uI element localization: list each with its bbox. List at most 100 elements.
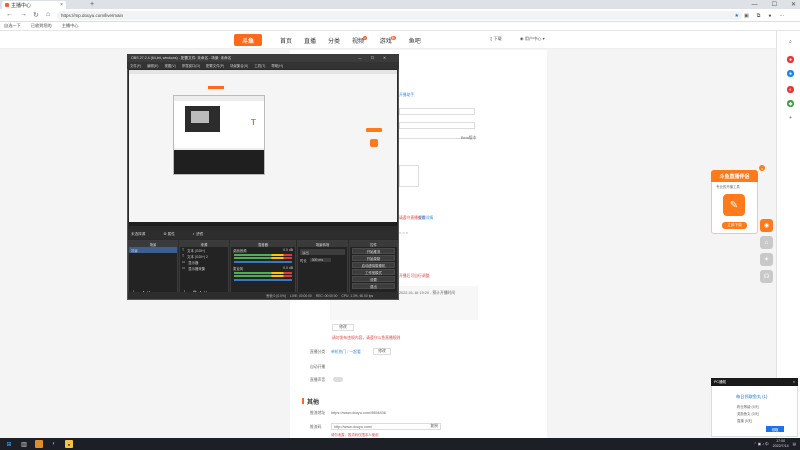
source-item[interactable]: ▭ 显示器采集 <box>180 265 228 271</box>
duration-input[interactable]: 300 ms <box>309 258 331 262</box>
sidebar-app-icon[interactable]: ● <box>787 70 794 77</box>
notifications-icon[interactable]: ▤ <box>793 442 796 446</box>
sidebar-app-icon[interactable]: ◐ <box>787 86 794 93</box>
transition-select[interactable]: 淡出 <box>300 249 345 255</box>
maximize-icon[interactable]: ☐ <box>772 1 777 8</box>
obs-statusbar: 丢帧 0 (0.0%) LIVE: 00:00:00 REC: 00:00:00… <box>128 292 398 299</box>
nav-category[interactable]: 分类 <box>328 36 340 45</box>
properties-button[interactable]: ⚙ 属性 <box>163 232 174 237</box>
file-explorer-icon[interactable] <box>35 440 43 448</box>
nav-fishbar[interactable]: 鱼吧 <box>409 36 421 45</box>
nav-video[interactable]: 视频2 <box>352 35 368 45</box>
obs-menu-tools[interactable]: 工具(T) <box>254 63 265 68</box>
obs-menu-view[interactable]: 视图(V) <box>164 63 175 68</box>
more-menu-icon[interactable]: ⋯ <box>779 13 784 19</box>
close-window-icon[interactable]: ✕ <box>791 1 796 8</box>
volume-meter <box>234 254 292 256</box>
detail-link[interactable]: 查看详情 <box>418 216 433 221</box>
captured-browser-bar <box>129 70 397 74</box>
filters-button[interactable]: ◐ 滤镜 <box>193 232 203 237</box>
title-input[interactable] <box>399 108 475 115</box>
system-tray: ⌃ ▣ ♪ 中 17:00 2022/7/14 ▤ <box>754 438 796 450</box>
float-support-icon[interactable]: ☊ <box>760 270 773 283</box>
push-code-input[interactable]: http://www.douyu.com/ 复制 <box>331 423 441 430</box>
edge-icon[interactable]: ◐ <box>50 440 58 448</box>
live-sound-toggle[interactable] <box>333 377 343 382</box>
float-home-icon[interactable]: ⌂ <box>760 236 773 249</box>
captured-promo-icon <box>370 139 378 147</box>
start-recording-button[interactable]: 开始录制 <box>352 255 395 261</box>
download-now-button[interactable]: 立即下载 <box>722 222 747 229</box>
start-icon[interactable]: ⊞ <box>5 440 13 448</box>
promo-close-icon[interactable]: × <box>759 165 765 171</box>
bookmark-item[interactable]: 自选一下 <box>4 23 21 29</box>
live-timer: LIVE: 00:00:00 <box>289 293 312 298</box>
obs-window-controls[interactable]: —☐✕ <box>358 56 395 60</box>
volume-meter <box>234 272 292 274</box>
douyu-logo[interactable]: 斗鱼 <box>234 34 262 46</box>
obs-menu-help[interactable]: 帮助(H) <box>271 63 283 68</box>
nav-home[interactable]: 首页 <box>280 36 292 45</box>
new-tab-icon[interactable]: + <box>90 1 94 8</box>
scene-item[interactable]: 场景 <box>129 247 177 253</box>
float-game-icon[interactable]: ✦ <box>760 253 773 266</box>
sidebar-search-icon[interactable]: ⌕ <box>787 38 794 45</box>
tray-icons[interactable]: ⌃ ▣ ♪ 中 <box>754 442 769 447</box>
volume-slider[interactable] <box>234 279 292 281</box>
back-icon[interactable]: ← <box>6 11 13 18</box>
obs-menubar: 文件(F) 编辑(E) 视图(V) 停靠窗口(D) 配置文件(P) 场景集合(S… <box>127 62 399 69</box>
download-link[interactable]: ▯ 下载 <box>490 36 502 42</box>
notice-input[interactable] <box>399 122 475 129</box>
modify-button[interactable]: 修改 <box>332 324 354 331</box>
url-bar[interactable]: https://mp.douyu.com/live/main ★ <box>57 11 742 20</box>
obs-menu-docks[interactable]: 停靠窗口(D) <box>182 63 200 68</box>
cover-upload[interactable] <box>399 165 419 187</box>
float-live-icon[interactable]: ◉ <box>760 219 773 232</box>
copy-button[interactable]: 复制 <box>430 424 438 429</box>
section-bar <box>302 398 304 404</box>
obs-menu-file[interactable]: 文件(F) <box>130 63 141 68</box>
obs-menu-scene-collection[interactable]: 场景集合(S) <box>230 63 248 68</box>
category-value[interactable]: 单机热门 / 一起看 <box>331 350 361 355</box>
obs-menu-profile[interactable]: 配置文件(P) <box>206 63 224 68</box>
reload-icon[interactable]: ↻ <box>33 11 39 19</box>
captured-cursor-mark: T <box>251 118 256 127</box>
notification-line: 粉丝等级 (5天) <box>737 405 760 409</box>
sidebar-app-icon[interactable]: ● <box>787 56 794 63</box>
volume-slider[interactable] <box>234 261 292 263</box>
bookmark-item[interactable]: 已收到您的 <box>31 23 52 29</box>
favorite-star-icon[interactable]: ★ <box>735 13 739 19</box>
bookmark-item[interactable]: 主播中心 <box>62 23 79 29</box>
close-tab-icon[interactable]: × <box>60 2 63 8</box>
minimize-icon[interactable]: — <box>752 2 758 8</box>
category-modify-button[interactable]: 修改 <box>373 348 391 355</box>
notification-close-icon[interactable]: × <box>793 380 795 384</box>
profile-icon[interactable]: ● <box>768 13 771 19</box>
sidebar-app-icon[interactable]: ◆ <box>787 100 794 107</box>
home-icon[interactable]: ⌂ <box>46 11 50 18</box>
studio-mode-button[interactable]: 工作室模式 <box>352 269 395 275</box>
controls-dock: 控件 开始推流 开始录制 启动虚拟摄像机 工作室模式 设置 退出 <box>349 240 398 298</box>
task-view-icon[interactable]: ▥ <box>20 440 28 448</box>
notification-header: PC通知 × <box>711 378 798 386</box>
top-nav: 首页 直播 分类 视频2 游戏新 鱼吧 <box>280 33 421 47</box>
nav-game[interactable]: 游戏新 <box>380 35 397 45</box>
extensions-icon[interactable]: ⧉ <box>757 13 761 19</box>
forward-icon[interactable]: → <box>20 11 27 18</box>
start-streaming-button[interactable]: 开始推流 <box>352 248 395 254</box>
collections-icon[interactable]: ▣ <box>744 13 749 19</box>
obs-taskbar-icon[interactable]: ● <box>65 440 73 448</box>
duration-row: 时长 300 ms <box>298 257 347 263</box>
dropped-frames: 丢帧 0 (0.0%) <box>266 294 286 298</box>
virtual-camera-button[interactable]: 启动虚拟摄像机 <box>352 262 395 268</box>
settings-button[interactable]: 设置 <box>352 276 395 282</box>
obs-menu-edit[interactable]: 编辑(E) <box>147 63 158 68</box>
helper-link[interactable]: 开播助手 <box>399 93 414 98</box>
claim-button[interactable]: 领取 <box>766 426 784 432</box>
sidebar-add-icon[interactable]: + <box>787 114 794 121</box>
user-menu[interactable]: ◉ 用户中心 ▾ <box>520 36 545 42</box>
nav-live[interactable]: 直播 <box>304 36 316 45</box>
browser-tab[interactable]: 主播中心 × <box>2 1 66 9</box>
clock[interactable]: 17:00 2022/7/14 <box>773 439 789 449</box>
exit-button[interactable]: 退出 <box>352 283 395 289</box>
